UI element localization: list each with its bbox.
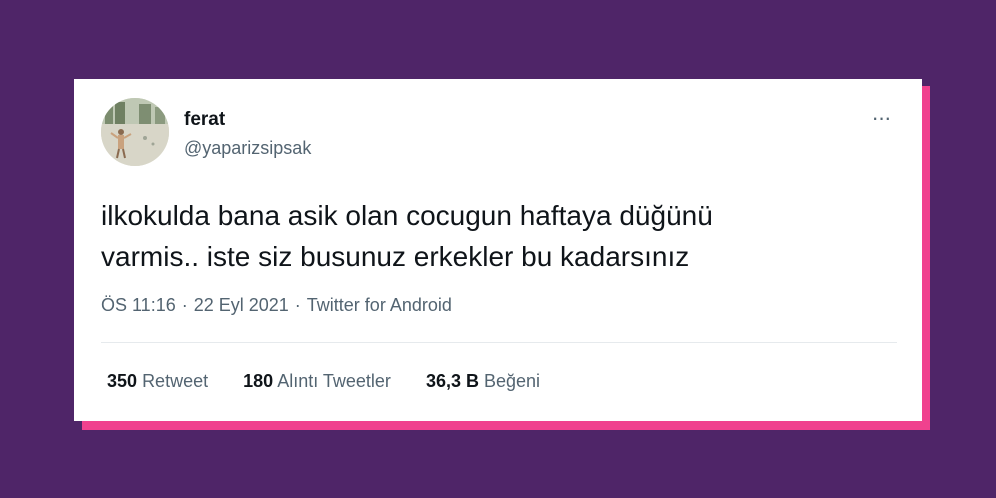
tweet-time[interactable]: ÖS 11:16 (101, 295, 176, 315)
like-label: Beğeni (484, 371, 541, 391)
retweet-label: Retweet (142, 371, 209, 391)
tweet-text: ilkokulda bana asik olan cocugun haftaya… (101, 195, 881, 277)
like-stat[interactable]: 36,3 B Beğeni (426, 370, 540, 392)
quote-tweet-stat[interactable]: 180 Alıntı Tweetler (243, 370, 391, 392)
quote-tweet-count: 180 (243, 371, 274, 391)
divider (101, 342, 897, 343)
retweet-stat[interactable]: 350 Retweet (107, 370, 208, 392)
tweet-stats: 350 Retweet 180 Alıntı Tweetler 36,3 B B… (107, 370, 570, 392)
like-count: 36,3 B (425, 371, 479, 391)
tweet-text-line: varmis.. iste siz busunuz erkekler bu ka… (101, 241, 690, 272)
tweet-text-line: ilkokulda bana asik olan cocugun haftaya… (101, 200, 713, 231)
avatar-image (101, 98, 169, 166)
more-options-icon[interactable]: ··· (866, 106, 896, 130)
user-handle[interactable]: @yaparizsipsak (184, 137, 311, 159)
tweet-metadata: ÖS 11:16 · 22 Eyl 2021 · Twitter for Android (101, 294, 452, 316)
quote-tweet-label: Alıntı Tweetler (277, 371, 391, 391)
tweet-source[interactable]: Twitter for Android (307, 295, 452, 315)
separator: · (294, 295, 301, 315)
avatar[interactable] (101, 98, 169, 166)
retweet-count: 350 (107, 371, 138, 391)
tweet-card: ferat @yaparizsipsak ··· ilkokulda bana … (74, 79, 922, 421)
separator: · (181, 295, 188, 315)
tweet-date[interactable]: 22 Eyl 2021 (194, 295, 289, 315)
display-name[interactable]: ferat (184, 109, 225, 131)
